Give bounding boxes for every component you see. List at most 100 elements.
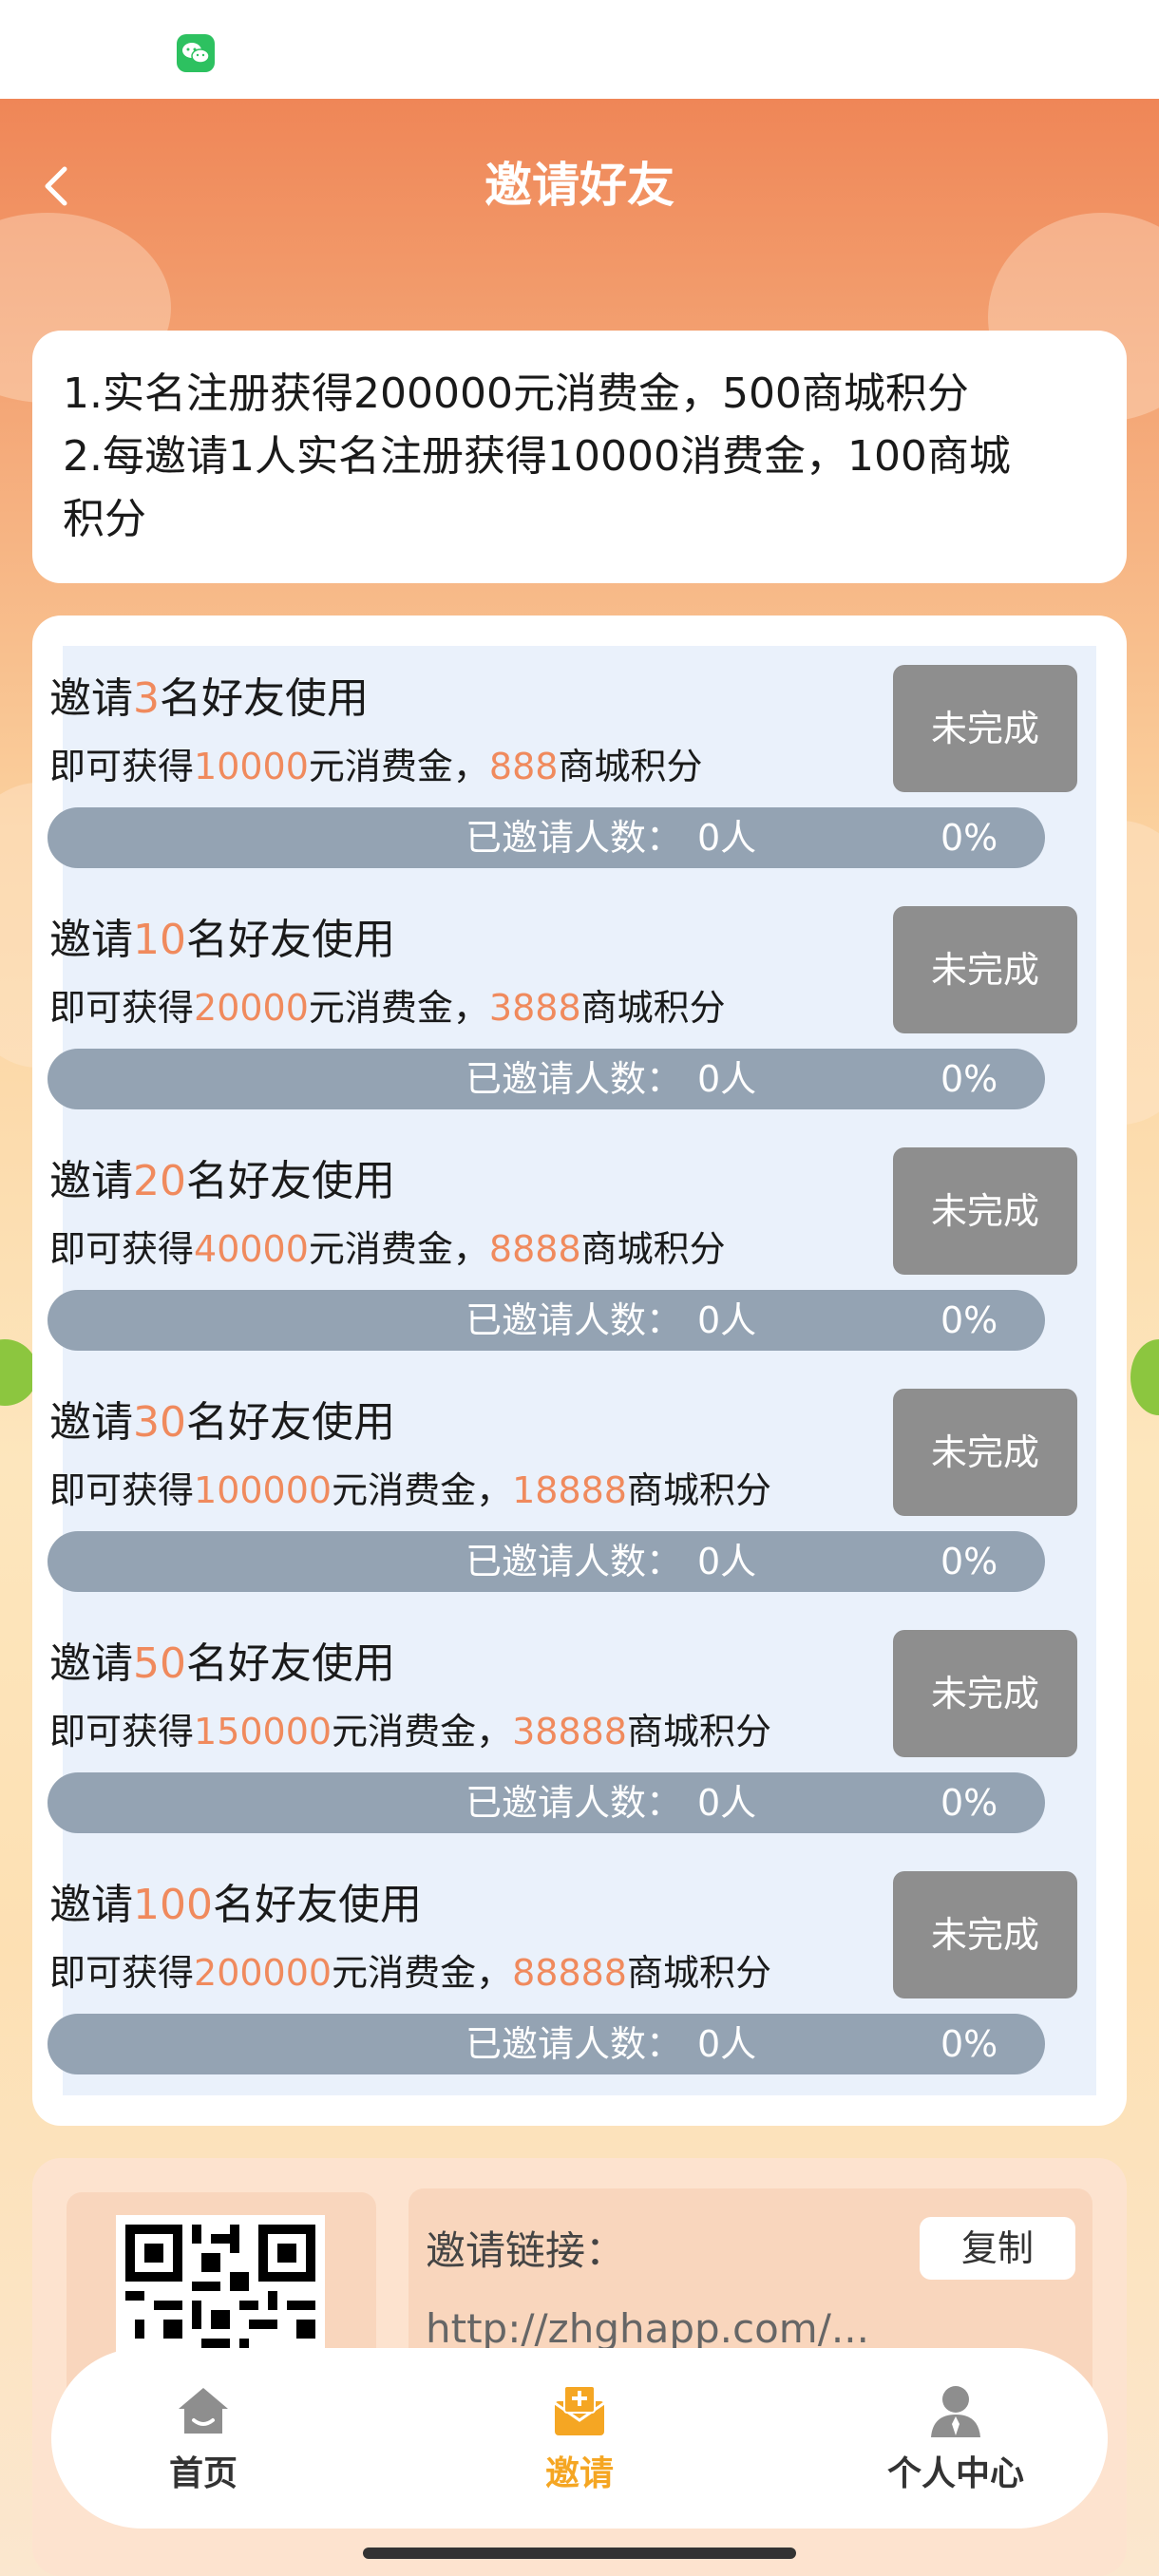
task-friend-count: 50 <box>133 1639 186 1688</box>
task-friend-count: 20 <box>133 1157 186 1205</box>
task-row: 邀请50名好友使用 即可获得150000元消费金，38888商城积分 未完成 已邀请人… <box>30 1630 1077 1871</box>
rule-line: 积分 <box>63 495 146 543</box>
tab-home-label: 首页 <box>168 2454 238 2493</box>
task-reward: 即可获得40000元消费金，8888商城积分 <box>49 1223 726 1275</box>
task-friend-count: 30 <box>133 1398 186 1447</box>
task-progress-label: 已邀请人数： <box>466 1299 683 1341</box>
task-progress-percent: 0% <box>940 1541 998 1582</box>
task-progress-bar: 已邀请人数： 0人 0% <box>48 1531 1045 1592</box>
task-row: 邀请10名好友使用 即可获得20000元消费金，3888商城积分 未完成 已邀请人数：… <box>30 906 1077 1147</box>
task-reward: 即可获得150000元消费金，38888商城积分 <box>49 1706 771 1757</box>
task-reward-money: 10000 <box>194 746 309 787</box>
task-progress-bar: 已邀请人数： 0人 0% <box>48 1772 1045 1833</box>
task-title-prefix: 邀请 <box>49 1398 133 1447</box>
home-indicator <box>363 2548 796 2559</box>
task-progress-label: 已邀请人数： <box>466 817 683 859</box>
task-progress-count: 0人 <box>697 1058 757 1100</box>
task-progress-label: 已邀请人数： <box>466 1541 683 1582</box>
task-progress-percent: 0% <box>940 1058 998 1100</box>
task-reward-points: 8888 <box>488 1228 581 1270</box>
task-progress-percent: 0% <box>940 1299 998 1341</box>
task-status-button[interactable]: 未完成 <box>893 665 1077 792</box>
task-reward-money: 150000 <box>194 1711 332 1752</box>
task-reward-prefix: 即可获得 <box>49 1228 195 1270</box>
tab-profile[interactable]: 个人中心 <box>832 2348 1079 2529</box>
task-title-prefix: 邀请 <box>49 1881 133 1929</box>
task-progress-percent: 0% <box>940 2023 998 2065</box>
invite-icon <box>554 2385 605 2435</box>
task-reward-points: 38888 <box>512 1711 627 1752</box>
task-reward-prefix: 即可获得 <box>49 987 195 1029</box>
task-reward-money-suffix: 元消费金， <box>332 1469 513 1511</box>
copy-button[interactable]: 复制 <box>920 2217 1075 2280</box>
tab-invite[interactable]: 邀请 <box>456 2348 703 2529</box>
task-title: 邀请10名好友使用 <box>49 912 395 969</box>
task-progress-label: 已邀请人数： <box>466 1782 683 1824</box>
task-reward-prefix: 即可获得 <box>49 1469 195 1511</box>
task-reward-prefix: 即可获得 <box>49 746 195 787</box>
task-title-suffix: 名好友使用 <box>186 1398 395 1447</box>
task-status-button[interactable]: 未完成 <box>893 906 1077 1033</box>
status-bar <box>0 0 1159 99</box>
task-reward: 即可获得100000元消费金，18888商城积分 <box>49 1465 771 1516</box>
invite-link-label: 邀请链接： <box>426 2227 626 2274</box>
task-friend-count: 100 <box>133 1881 213 1929</box>
task-reward-points: 3888 <box>488 987 581 1029</box>
task-title-prefix: 邀请 <box>49 1157 133 1205</box>
task-status-button[interactable]: 未完成 <box>893 1630 1077 1757</box>
task-progress-bar: 已邀请人数： 0人 0% <box>48 1049 1045 1109</box>
task-progress-count: 0人 <box>697 1299 757 1341</box>
task-reward-prefix: 即可获得 <box>49 1711 195 1752</box>
task-title-prefix: 邀请 <box>49 1639 133 1688</box>
task-row: 邀请30名好友使用即可获得100000元消费金，18888商城积分 未完成已邀请人… <box>30 1389 1077 1630</box>
task-status-button[interactable]: 未完成 <box>893 1389 1077 1516</box>
task-progress-percent: 0% <box>940 817 998 859</box>
task-progress-label: 已邀请人数： <box>466 2023 683 2065</box>
task-progress-count: 0人 <box>697 2023 757 2065</box>
task-friend-count: 3 <box>133 674 160 723</box>
task-title-suffix: 名好友使用 <box>186 916 395 964</box>
tab-home[interactable]: 首页 <box>80 2348 327 2529</box>
task-reward-points-suffix: 商城积分 <box>580 987 726 1029</box>
tab-invite-label: 邀请 <box>544 2454 614 2493</box>
wechat-icon <box>177 34 215 72</box>
task-reward-points-suffix: 商城积分 <box>626 1952 771 1994</box>
home-icon <box>179 2388 228 2434</box>
task-reward-points-suffix: 商城积分 <box>558 746 703 787</box>
task-reward-money: 40000 <box>194 1228 309 1270</box>
task-progress-count: 0人 <box>697 817 757 859</box>
task-reward-money: 100000 <box>194 1469 332 1511</box>
task-title-suffix: 名好友使用 <box>160 674 369 723</box>
task-title: 邀请100名好友使用 <box>49 1877 422 1934</box>
task-status-button[interactable]: 未完成 <box>893 1871 1077 1998</box>
task-reward-points: 88888 <box>512 1952 627 1994</box>
task-title-prefix: 邀请 <box>49 916 133 964</box>
task-progress-count: 0人 <box>697 1541 757 1582</box>
task-reward-money-suffix: 元消费金， <box>332 1952 513 1994</box>
task-reward-prefix: 即可获得 <box>49 1952 195 1994</box>
task-title: 邀请30名好友使用 <box>49 1394 395 1451</box>
task-title-prefix: 邀请 <box>49 674 133 723</box>
task-reward-money: 200000 <box>194 1952 332 1994</box>
task-reward-money: 20000 <box>194 987 309 1029</box>
task-row: 邀请20名好友使用 即可获得40000元消费金，8888商城积分 未完成 已邀请人数：… <box>30 1147 1077 1389</box>
bottom-tab-bar: 首页 邀请 个人中心 <box>51 2348 1108 2529</box>
task-row: 邀请3名好友使用即可获得10000元消费金，888商城积分 未完成已邀请人数： 0人… <box>30 665 1077 906</box>
task-progress-bar: 已邀请人数： 0人 0% <box>48 1290 1045 1351</box>
task-reward-money-suffix: 元消费金， <box>308 746 489 787</box>
task-progress-count: 0人 <box>697 1782 757 1824</box>
tab-profile-label: 个人中心 <box>886 2454 1024 2493</box>
task-status-button[interactable]: 未完成 <box>893 1147 1077 1275</box>
rule-line: 1.实名注册获得200000元消费金，500商城积分 <box>63 369 969 418</box>
task-reward-money-suffix: 元消费金， <box>308 1228 489 1270</box>
task-row: 邀请100名好友使用即可获得200000元消费金，88888商城积分 未完成已邀请… <box>30 1871 1077 2112</box>
rules-card: 1.实名注册获得200000元消费金，500商城积分 2.每邀请1人实名注册获得… <box>32 331 1127 583</box>
task-progress-percent: 0% <box>940 1782 998 1824</box>
task-reward-money-suffix: 元消费金， <box>332 1711 513 1752</box>
rule-line: 2.每邀请1人实名注册获得10000消费金，100商城 <box>63 432 1011 481</box>
task-reward-money-suffix: 元消费金， <box>308 987 489 1029</box>
task-friend-count: 10 <box>133 916 186 964</box>
task-reward-points-suffix: 商城积分 <box>626 1469 771 1511</box>
task-reward-points: 888 <box>488 746 559 787</box>
page-title: 邀请好友 <box>484 158 674 213</box>
